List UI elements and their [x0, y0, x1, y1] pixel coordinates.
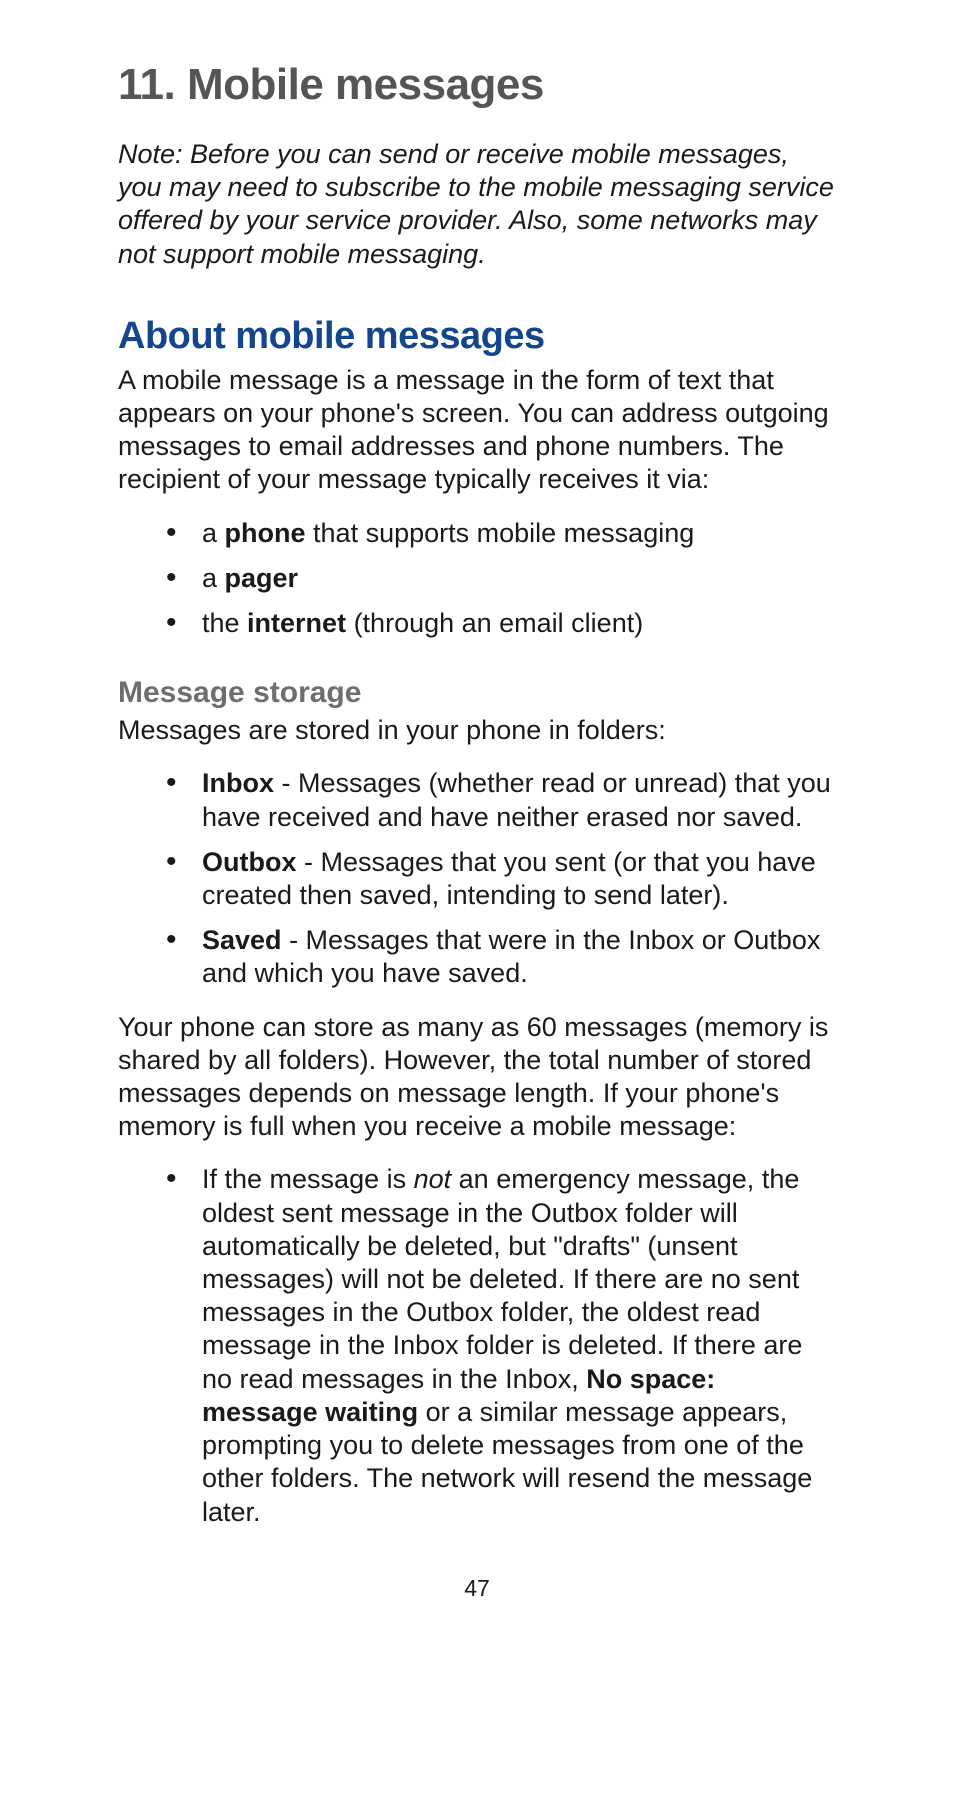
- bold-text: pager: [225, 563, 299, 593]
- chapter-title-text: Mobile messages: [187, 60, 544, 109]
- text: (through an email client): [346, 608, 643, 638]
- text: - Messages (whether read or unread) that…: [202, 768, 831, 831]
- memory-full-list: If the message is not an emergency messa…: [118, 1157, 836, 1534]
- list-item: If the message is not an emergency messa…: [166, 1157, 836, 1534]
- bold-text: internet: [247, 608, 346, 638]
- text: - Messages that were in the Inbox or Out…: [202, 925, 820, 988]
- receive-via-list: a phone that supports mobile messaging a…: [118, 511, 836, 647]
- page-number: 47: [118, 1575, 836, 1602]
- bold-text: Outbox: [202, 847, 297, 877]
- text: an emergency message, the oldest sent me…: [202, 1164, 802, 1393]
- storage-capacity: Your phone can store as many as 60 messa…: [118, 1011, 836, 1144]
- list-item: the internet (through an email client): [166, 601, 836, 646]
- text: the: [202, 608, 247, 638]
- list-item: Saved - Messages that were in the Inbox …: [166, 918, 836, 996]
- text: If the message is: [202, 1164, 414, 1194]
- list-item: a pager: [166, 556, 836, 601]
- subheading-storage: Message storage: [118, 676, 836, 710]
- text: that supports mobile messaging: [306, 518, 695, 548]
- text: a: [202, 563, 225, 593]
- bold-text: Inbox: [202, 768, 274, 798]
- chapter-number: 11.: [118, 60, 175, 109]
- document-page: 11. Mobile messages Note: Before you can…: [0, 0, 954, 1642]
- storage-intro: Messages are stored in your phone in fol…: [118, 714, 836, 747]
- text: a: [202, 518, 225, 548]
- list-item: a phone that supports mobile messaging: [166, 511, 836, 556]
- list-item: Outbox - Messages that you sent (or that…: [166, 840, 836, 918]
- note-paragraph: Note: Before you can send or receive mob…: [118, 138, 836, 271]
- folders-list: Inbox - Messages (whether read or unread…: [118, 761, 836, 996]
- about-intro: A mobile message is a message in the for…: [118, 364, 836, 497]
- list-item: Inbox - Messages (whether read or unread…: [166, 761, 836, 839]
- italic-text: not: [414, 1164, 452, 1194]
- section-title-about: About mobile messages: [118, 315, 836, 358]
- bold-text: phone: [225, 518, 306, 548]
- chapter-title: 11. Mobile messages: [118, 60, 836, 110]
- bold-text: Saved: [202, 925, 282, 955]
